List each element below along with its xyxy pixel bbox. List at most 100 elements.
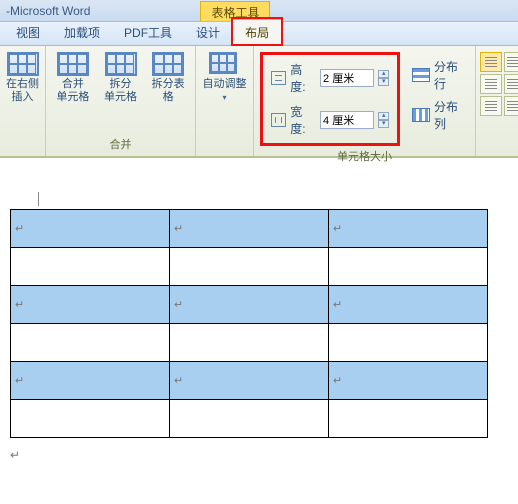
table-cell[interactable] xyxy=(329,248,488,286)
spin-up-icon[interactable]: ▴ xyxy=(378,112,389,120)
table-row[interactable] xyxy=(11,324,488,362)
distribute-rows-label: 分布行 xyxy=(434,58,469,92)
table-row[interactable] xyxy=(11,400,488,438)
merge-cells-label: 合并 单元格 xyxy=(56,78,89,104)
tab-pdftools[interactable]: PDF工具 xyxy=(112,20,184,45)
document-table[interactable]: ↵ ↵ ↵ ↵ ↵ ↵ ↵ ↵ ↵ xyxy=(10,209,488,438)
cell-size-highlight-box: 高度: ▴▾ 宽度: ▴▾ xyxy=(260,52,400,146)
table-row[interactable]: ↵ ↵ ↵ xyxy=(11,362,488,400)
group-cell-size: 高度: ▴▾ 宽度: ▴▾ 分布行 分布列 xyxy=(254,46,476,156)
split-table-button[interactable]: 拆分表格 xyxy=(147,50,189,104)
align-bot-left-button[interactable] xyxy=(480,96,502,116)
col-width-spinner[interactable]: ▴▾ xyxy=(378,112,389,128)
cell-mark-icon: ↵ xyxy=(15,375,24,387)
cell-mark-icon: ↵ xyxy=(174,223,183,235)
document-area[interactable]: ↵ ↵ ↵ ↵ ↵ ↵ ↵ ↵ ↵ ↵ xyxy=(0,158,518,463)
split-table-icon xyxy=(152,52,184,76)
cursor-indicator xyxy=(38,192,39,206)
distribute-cols-icon xyxy=(412,108,430,122)
cell-mark-icon: ↵ xyxy=(333,223,342,235)
table-cell[interactable]: ↵ xyxy=(170,362,329,400)
distribute-cols-button[interactable]: 分布列 xyxy=(412,98,469,132)
align-lines-icon xyxy=(485,57,497,67)
row-height-spinner[interactable]: ▴▾ xyxy=(378,70,389,86)
row-height-input[interactable] xyxy=(320,69,374,87)
para-mark-icon: ↵ xyxy=(10,448,20,462)
group-autofit: 自动调整 ▾ xyxy=(196,46,254,156)
app-name: Microsoft Word xyxy=(10,4,90,18)
group-label-empty xyxy=(6,138,39,156)
col-width-row: 宽度: ▴▾ xyxy=(271,103,389,137)
align-lines-icon xyxy=(507,79,518,89)
table-cell[interactable] xyxy=(329,400,488,438)
spin-down-icon[interactable]: ▾ xyxy=(378,120,389,128)
insert-right-button[interactable]: 在右侧插入 xyxy=(6,50,39,104)
distribute-rows-button[interactable]: 分布行 xyxy=(412,58,469,92)
table-row[interactable] xyxy=(11,248,488,286)
group-merge-label: 合并 xyxy=(52,134,189,156)
table-cell[interactable]: ↵ xyxy=(170,210,329,248)
align-lines-icon xyxy=(485,101,497,111)
split-cells-label: 拆分 单元格 xyxy=(104,78,137,104)
autofit-label: 自动调整 xyxy=(203,78,247,91)
distribute-cols-label: 分布列 xyxy=(434,98,469,132)
cell-mark-icon: ↵ xyxy=(15,223,24,235)
table-cell[interactable] xyxy=(170,400,329,438)
tab-addins[interactable]: 加载项 xyxy=(52,20,112,45)
row-height-row: 高度: ▴▾ xyxy=(271,61,389,95)
align-lines-icon xyxy=(507,57,518,67)
tab-design[interactable]: 设计 xyxy=(184,20,232,45)
row-height-icon xyxy=(271,71,286,85)
col-width-input[interactable] xyxy=(320,111,374,129)
split-cells-button[interactable]: 拆分 单元格 xyxy=(100,50,142,104)
table-cell[interactable] xyxy=(11,400,170,438)
merge-cells-icon xyxy=(57,52,89,76)
table-cell[interactable] xyxy=(170,248,329,286)
merge-cells-button[interactable]: 合并 单元格 xyxy=(52,50,94,104)
table-cell[interactable]: ↵ xyxy=(329,286,488,324)
table-cell[interactable]: ↵ xyxy=(11,286,170,324)
spin-down-icon[interactable]: ▾ xyxy=(378,78,389,86)
group-alignment-partial xyxy=(476,46,518,156)
table-row[interactable]: ↵ ↵ ↵ xyxy=(11,210,488,248)
paragraph-mark: ↵ xyxy=(10,448,512,463)
align-top-left-button[interactable] xyxy=(480,52,502,72)
table-cell[interactable] xyxy=(170,324,329,362)
cell-mark-icon: ↵ xyxy=(174,375,183,387)
table-cell[interactable] xyxy=(11,324,170,362)
cell-mark-icon: ↵ xyxy=(15,299,24,311)
group-rows-cols-partial: 在右侧插入 xyxy=(0,46,46,156)
table-cell[interactable] xyxy=(329,324,488,362)
align-bot-center-button[interactable] xyxy=(504,96,518,116)
insert-right-label: 在右侧插入 xyxy=(6,78,39,104)
table-row[interactable]: ↵ ↵ ↵ xyxy=(11,286,488,324)
group-autofit-spacer xyxy=(202,138,247,156)
ribbon-tabs: 视图 加载项 PDF工具 设计 布局 xyxy=(0,22,518,46)
ribbon: 在右侧插入 合并 单元格 拆分 单元格 拆分表格 合并 xyxy=(0,46,518,158)
row-height-label: 高度: xyxy=(290,61,316,95)
table-cell[interactable] xyxy=(11,248,170,286)
split-cells-icon xyxy=(105,52,137,76)
tab-layout[interactable]: 布局 xyxy=(232,18,282,45)
spin-up-icon[interactable]: ▴ xyxy=(378,70,389,78)
table-cell[interactable]: ↵ xyxy=(329,362,488,400)
align-top-center-button[interactable] xyxy=(504,52,518,72)
col-width-icon xyxy=(271,113,286,127)
distribute-buttons: 分布行 分布列 xyxy=(412,58,469,132)
autofit-button[interactable]: 自动调整 ▾ xyxy=(203,50,247,102)
group-align-spacer xyxy=(480,138,514,156)
table-cell[interactable]: ↵ xyxy=(11,210,170,248)
align-mid-center-button[interactable] xyxy=(504,74,518,94)
align-mid-left-button[interactable] xyxy=(480,74,502,94)
autofit-icon xyxy=(209,52,241,76)
align-lines-icon xyxy=(485,79,497,89)
table-cell[interactable]: ↵ xyxy=(329,210,488,248)
cell-mark-icon: ↵ xyxy=(174,299,183,311)
group-cell-size-label: 单元格大小 xyxy=(260,146,469,168)
tab-view[interactable]: 视图 xyxy=(4,20,52,45)
dropdown-arrow-icon: ▾ xyxy=(222,93,226,102)
table-cell[interactable]: ↵ xyxy=(11,362,170,400)
col-width-label: 宽度: xyxy=(290,103,316,137)
table-cell[interactable]: ↵ xyxy=(170,286,329,324)
cell-mark-icon: ↵ xyxy=(333,375,342,387)
